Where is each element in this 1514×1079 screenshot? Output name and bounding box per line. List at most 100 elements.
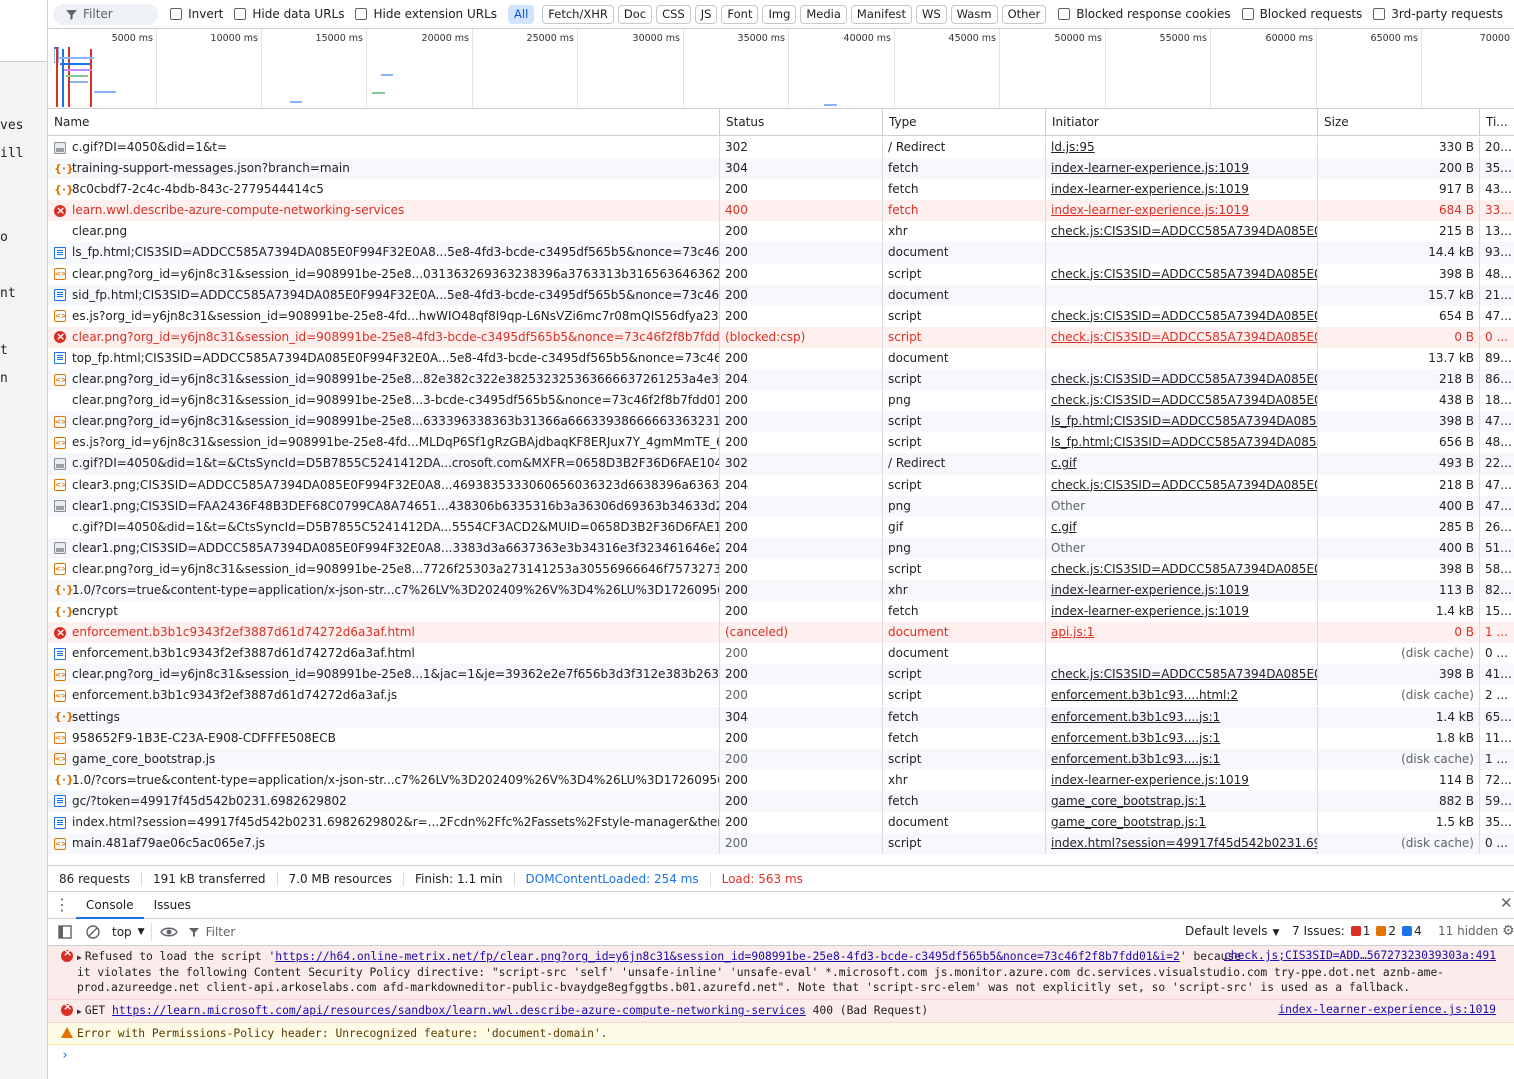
third-party-requests-checkbox[interactable]: 3rd-party requests: [1373, 7, 1503, 21]
request-row[interactable]: {·} training-support-messages.json?branch…: [48, 158, 1514, 180]
close-drawer-icon[interactable]: ✕: [1500, 894, 1514, 912]
request-initiator-cell[interactable]: check.js:CIS3SID=ADDCC585A7394DA085E0F99…: [1046, 305, 1318, 327]
request-row[interactable]: index.html?session=49917f45d542b0231.698…: [48, 812, 1514, 833]
type-filter-js[interactable]: JS: [694, 4, 718, 24]
checkbox-box[interactable]: [234, 8, 247, 20]
request-initiator[interactable]: check.js:CIS3SID=ADDCC585A7394DA085E0F99…: [1051, 372, 1317, 386]
request-initiator[interactable]: check.js:CIS3SID=ADDCC585A7394DA085E0F99…: [1051, 667, 1317, 681]
request-initiator-cell[interactable]: enforcement.b3b1c93....js:1: [1046, 706, 1318, 728]
request-initiator[interactable]: check.js:CIS3SID=ADDCC585A7394DA085E0F99…: [1051, 562, 1317, 576]
request-initiator[interactable]: check.js:CIS3SID=ADDCC585A7394DA085E0F99…: [1051, 309, 1317, 323]
request-initiator[interactable]: index-learner-experience.js:1019: [1051, 604, 1249, 618]
request-initiator-cell[interactable]: check.js:CIS3SID=ADDCC585A7394DA085E0F99…: [1046, 474, 1318, 496]
request-row[interactable]: enforcement.b3b1c9343f2ef3887d61d74272d6…: [48, 685, 1514, 707]
request-initiator[interactable]: enforcement.b3b1c93....html:2: [1051, 688, 1238, 702]
checkbox-box[interactable]: [170, 8, 183, 20]
request-row[interactable]: top_fp.html;CIS3SID=ADDCC585A7394DA085E0…: [48, 347, 1514, 369]
request-initiator[interactable]: index-learner-experience.js:1019: [1051, 161, 1249, 175]
issues-counter[interactable]: 7 Issues: 1 2 4: [1292, 924, 1422, 938]
request-initiator-cell[interactable]: index-learner-experience.js:1019: [1046, 200, 1318, 222]
request-initiator[interactable]: check.js:CIS3SID=ADDCC585A7394DA085E0F99…: [1051, 393, 1317, 407]
request-initiator-cell[interactable]: enforcement.b3b1c93....js:1: [1046, 748, 1318, 770]
request-row[interactable]: game_core_bootstrap.js 200 script enforceme…: [48, 748, 1514, 770]
request-initiator-cell[interactable]: index-learner-experience.js:1019: [1046, 579, 1318, 601]
checkbox-box[interactable]: [1058, 8, 1071, 20]
request-initiator[interactable]: enforcement.b3b1c93....js:1: [1051, 710, 1220, 724]
type-filter-doc[interactable]: Doc: [617, 4, 653, 24]
request-initiator[interactable]: index-learner-experience.js:1019: [1051, 182, 1249, 196]
request-row[interactable]: clear.png?org_id=y6jn8c31&session_id=908…: [48, 411, 1514, 433]
live-expression-eye-icon[interactable]: [158, 922, 180, 942]
request-initiator[interactable]: Other: [1051, 499, 1085, 513]
request-row[interactable]: clear.png?org_id=y6jn8c31&session_id=908…: [48, 664, 1514, 686]
request-initiator-cell[interactable]: check.js:CIS3SID=ADDCC585A7394DA085E0F99…: [1046, 326, 1318, 348]
request-initiator-cell[interactable]: ld.js:95: [1046, 137, 1318, 158]
request-initiator-cell[interactable]: check.js:CIS3SID=ADDCC585A7394DA085E0F99…: [1046, 369, 1318, 391]
request-initiator-cell[interactable]: c.gif: [1046, 453, 1318, 475]
request-initiator[interactable]: check.js:CIS3SID=ADDCC585A7394DA085E0F99…: [1051, 267, 1317, 281]
request-initiator[interactable]: index-learner-experience.js:1019: [1051, 773, 1249, 787]
request-initiator-cell[interactable]: index.html?session=49917f45d542b0231.698…: [1046, 833, 1318, 855]
request-initiator[interactable]: enforcement.b3b1c93....js:1: [1051, 752, 1220, 766]
checkbox-box[interactable]: [1241, 8, 1254, 20]
request-initiator-cell[interactable]: Other: [1046, 495, 1318, 517]
request-row[interactable]: clear.png?org_id=y6jn8c31&session_id=908…: [48, 263, 1514, 285]
network-filter-input[interactable]: Filter: [53, 3, 159, 25]
sidebar-toggle-icon[interactable]: [54, 922, 76, 942]
column-header-time[interactable]: Ti...: [1480, 109, 1514, 136]
request-row[interactable]: clear1.png;CIS3SID=ADDCC585A7394DA085E0F…: [48, 537, 1514, 559]
request-row[interactable]: enforcement.b3b1c9343f2ef3887d61d74272d6…: [48, 643, 1514, 665]
request-initiator[interactable]: check.js:CIS3SID=ADDCC585A7394DA085E0F99…: [1051, 330, 1317, 344]
request-initiator[interactable]: Other: [1051, 541, 1085, 555]
request-initiator-cell[interactable]: [1046, 284, 1318, 306]
request-row[interactable]: {·} settings 304 fetch enforcement.b3b1c93..…: [48, 706, 1514, 728]
column-header-type[interactable]: Type: [883, 109, 1046, 136]
request-initiator-cell[interactable]: game_core_bootstrap.js:1: [1046, 790, 1318, 812]
request-row[interactable]: clear.png?org_id=y6jn8c31&session_id=908…: [48, 369, 1514, 391]
tab-console[interactable]: Console: [76, 892, 144, 919]
request-initiator[interactable]: api.js:1: [1051, 625, 1094, 639]
type-filter-all[interactable]: All: [508, 4, 535, 24]
request-row[interactable]: clear3.png;CIS3SID=ADDCC585A7394DA085E0F…: [48, 474, 1514, 496]
request-initiator[interactable]: ls_fp.html;CIS3SID=ADDCC585A7394DA085E0F…: [1051, 435, 1317, 449]
type-filter-ws[interactable]: WS: [916, 4, 947, 24]
request-row[interactable]: sid_fp.html;CIS3SID=ADDCC585A7394DA085E0…: [48, 284, 1514, 306]
request-row[interactable]: main.481af79ae06c5ac065e7.js 200 script ind…: [48, 833, 1514, 855]
request-initiator[interactable]: game_core_bootstrap.js:1: [1051, 815, 1206, 829]
request-initiator-cell[interactable]: game_core_bootstrap.js:1: [1046, 812, 1318, 833]
request-initiator-cell[interactable]: Other: [1046, 537, 1318, 559]
request-initiator-cell[interactable]: index-learner-experience.js:1019: [1046, 601, 1318, 623]
request-initiator-cell[interactable]: check.js:CIS3SID=ADDCC585A7394DA085E0F99…: [1046, 221, 1318, 243]
type-filter-manifest[interactable]: Manifest: [850, 4, 912, 24]
request-initiator[interactable]: ld.js:95: [1051, 140, 1095, 154]
request-initiator[interactable]: index-learner-experience.js:1019: [1051, 583, 1249, 597]
request-row[interactable]: es.js?org_id=y6jn8c31&session_id=908991b…: [48, 432, 1514, 454]
request-initiator-cell[interactable]: enforcement.b3b1c93....html:2: [1046, 685, 1318, 707]
column-header-initiator[interactable]: Initiator: [1046, 109, 1318, 136]
column-header-size[interactable]: Size: [1318, 109, 1480, 136]
checkbox-box[interactable]: [1373, 8, 1386, 20]
console-prompt[interactable]: ›: [48, 1045, 1514, 1067]
type-filter-img[interactable]: Img: [762, 4, 797, 24]
checkbox-box[interactable]: [355, 8, 368, 20]
request-initiator-cell[interactable]: index-learner-experience.js:1019: [1046, 158, 1318, 180]
request-url-link[interactable]: https://learn.microsoft.com/api/resource…: [112, 1004, 806, 1017]
console-filter-input[interactable]: Filter: [188, 925, 1138, 939]
request-initiator[interactable]: game_core_bootstrap.js:1: [1051, 794, 1206, 808]
request-row[interactable]: clear.png?org_id=y6jn8c31&session_id=908…: [48, 390, 1514, 412]
request-initiator[interactable]: enforcement.b3b1c93....js:1: [1051, 731, 1220, 745]
request-initiator-cell[interactable]: [1046, 643, 1318, 665]
request-initiator-cell[interactable]: api.js:1: [1046, 622, 1318, 644]
request-initiator-cell[interactable]: index-learner-experience.js:1019: [1046, 769, 1318, 791]
request-row[interactable]: es.js?org_id=y6jn8c31&session_id=908991b…: [48, 305, 1514, 327]
request-initiator-cell[interactable]: check.js:CIS3SID=ADDCC585A7394DA085E0F99…: [1046, 263, 1318, 285]
request-initiator[interactable]: c.gif: [1051, 520, 1077, 534]
tab-issues[interactable]: Issues: [144, 892, 201, 919]
request-initiator[interactable]: ls_fp.html;CIS3SID=ADDCC585A7394DA085E0F…: [1051, 414, 1317, 428]
type-filter-fetch-xhr[interactable]: Fetch/XHR: [542, 4, 614, 24]
request-initiator[interactable]: check.js:CIS3SID=ADDCC585A7394DA085E0F99…: [1051, 478, 1317, 492]
request-row[interactable]: 958652F9-1B3E-C23A-E908-CDFFFE508ECB 200 f…: [48, 727, 1514, 749]
request-row[interactable]: {·} 8c0cbdf7-2c4c-4bdb-843c-2779544414c5 2…: [48, 179, 1514, 201]
request-row[interactable]: c.gif?DI=4050&did=1&t= 302 / Redirect ld.js…: [48, 137, 1514, 158]
request-row[interactable]: gc/?token=49917f45d542b0231.6982629802 20…: [48, 790, 1514, 812]
